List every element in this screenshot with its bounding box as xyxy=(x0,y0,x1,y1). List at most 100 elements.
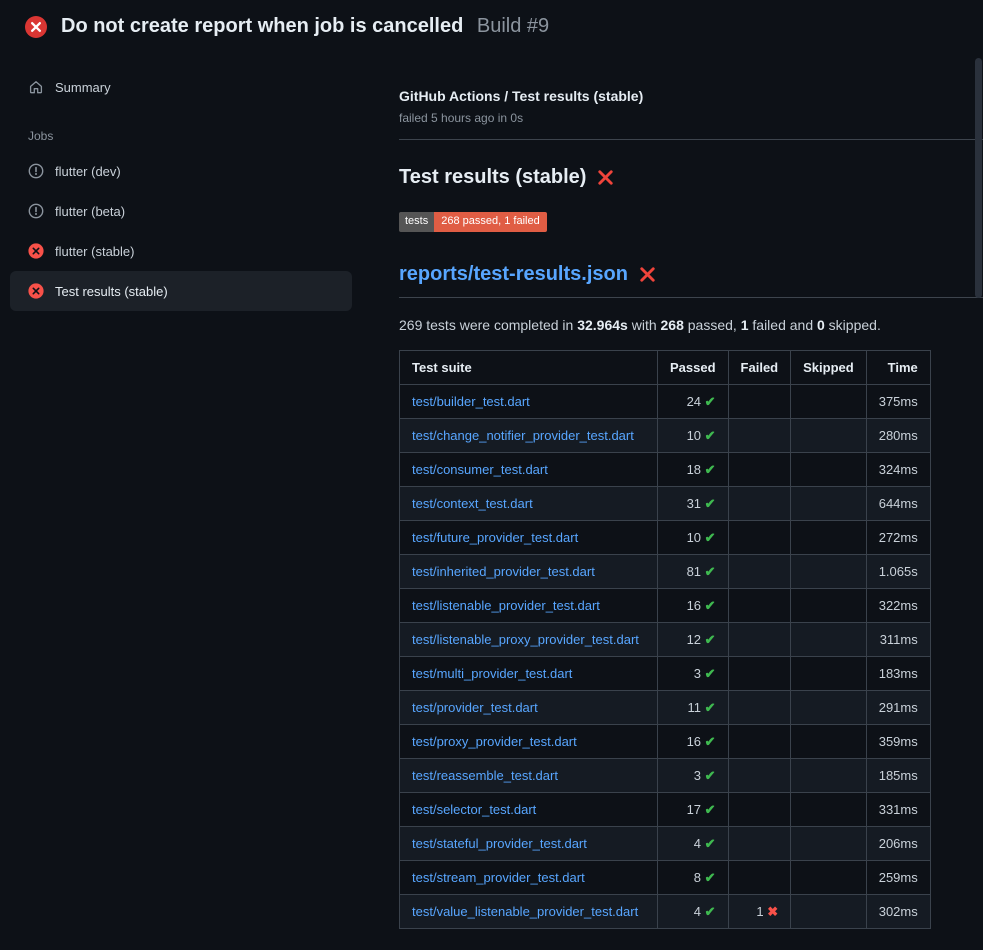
pass-check-icon: ✔ xyxy=(705,496,716,511)
sidebar-item-flutter-stable[interactable]: flutter (stable) xyxy=(10,231,352,271)
table-header-row: Test suite Passed Failed Skipped Time xyxy=(400,351,931,385)
suite-link[interactable]: test/selector_test.dart xyxy=(412,802,536,817)
pass-check-icon: ✔ xyxy=(705,734,716,749)
sidebar-item-flutter-beta[interactable]: flutter (beta) xyxy=(10,191,352,231)
summary-text: failed and xyxy=(749,317,818,333)
time-cell: 311ms xyxy=(866,623,930,657)
failed-cell xyxy=(728,487,791,521)
skipped-cell xyxy=(791,623,867,657)
passed-count: 81 xyxy=(687,564,705,579)
time-cell: 322ms xyxy=(866,589,930,623)
passed-cell: 11 ✔ xyxy=(658,691,729,725)
suite-link[interactable]: test/stream_provider_test.dart xyxy=(412,870,585,885)
time-cell: 183ms xyxy=(866,657,930,691)
failed-cell: 1 ✖ xyxy=(728,895,791,929)
failed-circle-icon xyxy=(28,243,44,259)
cancelled-circle-icon xyxy=(28,203,44,219)
passed-cell: 17 ✔ xyxy=(658,793,729,827)
suite-link[interactable]: test/consumer_test.dart xyxy=(412,462,548,477)
skipped-cell xyxy=(791,725,867,759)
skipped-cell xyxy=(791,793,867,827)
suite-cell: test/future_provider_test.dart xyxy=(400,521,658,555)
suite-link[interactable]: test/listenable_provider_test.dart xyxy=(412,598,600,613)
suite-link[interactable]: test/value_listenable_provider_test.dart xyxy=(412,904,638,919)
sidebar-item-label: Summary xyxy=(55,80,111,95)
passed-count: 3 xyxy=(694,666,705,681)
sidebar-item-label: flutter (dev) xyxy=(55,164,121,179)
passed-count: 17 xyxy=(687,802,705,817)
skipped-cell xyxy=(791,657,867,691)
passed-cell: 18 ✔ xyxy=(658,453,729,487)
table-row: test/listenable_provider_test.dart 16 ✔ 32… xyxy=(400,589,931,623)
suite-link[interactable]: test/stateful_provider_test.dart xyxy=(412,836,587,851)
table-row: test/provider_test.dart11 ✔291ms xyxy=(400,691,931,725)
summary-text: 269 tests were completed in xyxy=(399,317,577,333)
red-x-icon xyxy=(597,169,614,186)
sidebar-item-label: Test results (stable) xyxy=(55,284,168,299)
passed-cell: 10 ✔ xyxy=(658,419,729,453)
time-cell: 644ms xyxy=(866,487,930,521)
suite-link[interactable]: test/provider_test.dart xyxy=(412,700,538,715)
summary-text: skipped. xyxy=(825,317,881,333)
time-cell: 375ms xyxy=(866,385,930,419)
jobs-section-heading: Jobs xyxy=(28,129,352,143)
suite-cell: test/selector_test.dart xyxy=(400,793,658,827)
suite-link[interactable]: test/reassemble_test.dart xyxy=(412,768,558,783)
passed-count: 18 xyxy=(687,462,705,477)
passed-cell: 4 ✔ xyxy=(658,827,729,861)
cancelled-circle-icon xyxy=(28,163,44,179)
passed-cell: 24 ✔ xyxy=(658,385,729,419)
vertical-scrollbar-thumb[interactable] xyxy=(975,58,982,298)
time-cell: 272ms xyxy=(866,521,930,555)
failed-cell xyxy=(728,657,791,691)
report-file-link[interactable]: reports/test-results.json xyxy=(399,263,628,286)
passed-count: 10 xyxy=(687,530,705,545)
passed-cell: 16 ✔ xyxy=(658,589,729,623)
sidebar-item-label: flutter (beta) xyxy=(55,204,125,219)
skipped-cell xyxy=(791,861,867,895)
suite-link[interactable]: test/change_notifier_provider_test.dart xyxy=(412,428,634,443)
table-row: test/reassemble_test.dart3 ✔185ms xyxy=(400,759,931,793)
passed-count: 11 xyxy=(688,700,705,715)
passed-count: 8 xyxy=(694,870,705,885)
failed-circle-icon xyxy=(25,16,47,38)
passed-count: 31 xyxy=(687,496,705,511)
summary-passed-count: 268 xyxy=(661,317,684,333)
sidebar-item-summary[interactable]: Summary xyxy=(10,67,352,107)
suite-cell: test/listenable_proxy_provider_test.dart xyxy=(400,623,658,657)
suite-link[interactable]: test/inherited_provider_test.dart xyxy=(412,564,595,579)
suite-link[interactable]: test/builder_test.dart xyxy=(412,394,530,409)
suite-link[interactable]: test/proxy_provider_test.dart xyxy=(412,734,577,749)
suite-link[interactable]: test/multi_provider_test.dart xyxy=(412,666,572,681)
table-row: test/context_test.dart 31 ✔ 644ms xyxy=(400,487,931,521)
pass-check-icon: ✔ xyxy=(705,768,716,783)
page-title: Do not create report when job is cancell… xyxy=(61,15,549,38)
table-row: test/value_listenable_provider_test.dart… xyxy=(400,895,931,929)
results-table-body: test/builder_test.dart 24 ✔ 375ms test/chan… xyxy=(400,385,931,929)
sidebar-item-test-results-stable[interactable]: Test results (stable) xyxy=(10,271,352,311)
sidebar-item-flutter-dev[interactable]: flutter (dev) xyxy=(10,151,352,191)
suite-link[interactable]: test/future_provider_test.dart xyxy=(412,530,578,545)
suite-link[interactable]: test/context_test.dart xyxy=(412,496,533,511)
pass-check-icon: ✔ xyxy=(705,836,716,851)
passed-count: 12 xyxy=(687,632,705,647)
failed-cell xyxy=(728,521,791,555)
skipped-cell xyxy=(791,521,867,555)
failed-cell xyxy=(728,861,791,895)
table-row: test/proxy_provider_test.dart16 ✔359ms xyxy=(400,725,931,759)
time-cell: 302ms xyxy=(866,895,930,929)
passed-count: 10 xyxy=(687,428,705,443)
suite-cell: test/consumer_test.dart xyxy=(400,453,658,487)
passed-cell: 12 ✔ xyxy=(658,623,729,657)
tests-status-badge: tests 268 passed, 1 failed xyxy=(399,212,547,232)
pass-check-icon: ✔ xyxy=(705,666,716,681)
summary-duration: 32.964s xyxy=(577,317,628,333)
pass-check-icon: ✔ xyxy=(705,394,716,409)
passed-count: 24 xyxy=(687,394,705,409)
suite-cell: test/context_test.dart xyxy=(400,487,658,521)
suite-cell: test/stateful_provider_test.dart xyxy=(400,827,658,861)
suite-link[interactable]: test/listenable_proxy_provider_test.dart xyxy=(412,632,639,647)
column-header-time: Time xyxy=(866,351,930,385)
suite-cell: test/proxy_provider_test.dart xyxy=(400,725,658,759)
fail-x-icon: ✖ xyxy=(767,904,778,919)
